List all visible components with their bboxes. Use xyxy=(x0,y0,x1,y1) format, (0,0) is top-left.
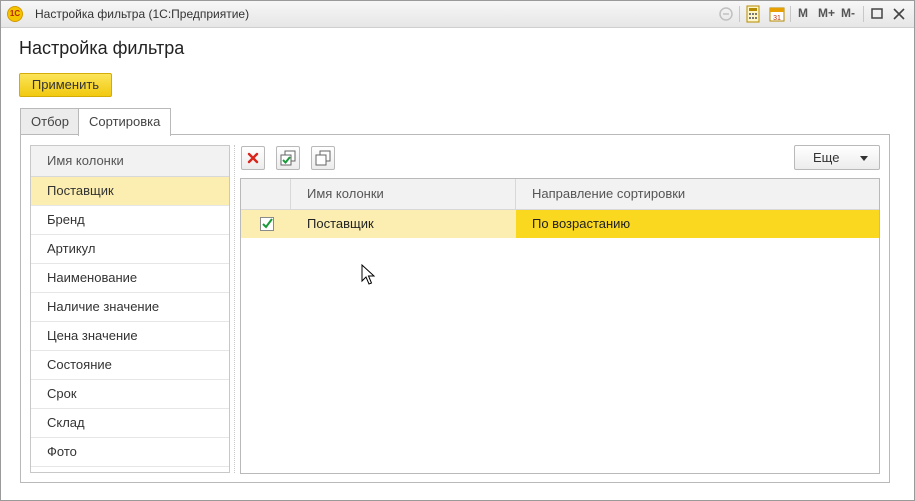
available-columns-list: Имя колонки Поставщик Бренд Артикул Наим… xyxy=(30,145,230,473)
column-name-header[interactable]: Имя колонки xyxy=(291,179,516,209)
calculator-icon[interactable] xyxy=(744,5,762,23)
list-item[interactable]: Состояние xyxy=(31,351,229,380)
link-icon[interactable] xyxy=(717,5,735,23)
1c-logo-icon: 1С xyxy=(7,6,23,22)
memory-minus-button[interactable]: M- xyxy=(841,6,855,20)
tab-sorting[interactable]: Сортировка xyxy=(78,108,172,136)
memory-button[interactable]: M xyxy=(798,6,808,20)
row-column-name[interactable]: Поставщик xyxy=(291,210,516,238)
window-title: Настройка фильтра (1С:Предприятие) xyxy=(35,7,250,21)
apply-button[interactable]: Применить xyxy=(19,73,112,97)
list-item[interactable]: Цена значение xyxy=(31,322,229,351)
delete-button[interactable] xyxy=(241,146,265,170)
tab-filter[interactable]: Отбор xyxy=(20,108,80,135)
panel-splitter[interactable] xyxy=(234,145,236,473)
uncheck-all-icon xyxy=(315,150,331,166)
available-columns-header: Имя колонки xyxy=(31,146,229,177)
filter-settings-window: 1С Настройка фильтра (1С:Предприятие) 31… xyxy=(0,0,915,501)
list-item[interactable]: Наличие значение xyxy=(31,293,229,322)
list-item[interactable]: Бренд xyxy=(31,206,229,235)
svg-text:31: 31 xyxy=(773,15,781,22)
maximize-icon[interactable] xyxy=(870,5,884,23)
uncheck-all-button[interactable] xyxy=(311,146,335,170)
chevron-down-icon xyxy=(860,156,868,161)
table-row[interactable]: Поставщик По возрастанию xyxy=(241,210,879,238)
checkbox-column-header xyxy=(241,179,291,209)
close-icon[interactable] xyxy=(892,5,906,23)
list-item[interactable]: Поставщик xyxy=(31,177,229,206)
delete-icon xyxy=(247,152,259,164)
row-checkbox-cell[interactable] xyxy=(241,210,291,238)
checkmark-icon xyxy=(262,218,273,229)
list-item[interactable]: Наименование xyxy=(31,264,229,293)
sort-table-header: Имя колонки Направление сортировки xyxy=(241,179,879,210)
row-checkbox[interactable] xyxy=(260,217,274,231)
list-item[interactable]: Артикул xyxy=(31,235,229,264)
mouse-pointer-icon xyxy=(361,264,375,285)
sort-table: Имя колонки Направление сортировки Поста… xyxy=(240,178,880,474)
sort-direction-header[interactable]: Направление сортировки xyxy=(516,179,879,209)
list-item[interactable]: Срок xyxy=(31,380,229,409)
calendar-icon[interactable]: 31 xyxy=(768,5,786,23)
check-all-button[interactable] xyxy=(276,146,300,170)
list-item[interactable]: Фото xyxy=(31,438,229,467)
row-sort-direction[interactable]: По возрастанию xyxy=(516,210,879,238)
more-label: Еще xyxy=(813,150,840,165)
title-bar: 1С Настройка фильтра (1С:Предприятие) 31… xyxy=(1,1,914,28)
check-all-icon xyxy=(280,150,296,166)
memory-plus-button[interactable]: M+ xyxy=(818,6,835,20)
form-title: Настройка фильтра xyxy=(19,38,185,58)
more-button[interactable]: Еще xyxy=(794,145,880,170)
list-item[interactable]: Склад xyxy=(31,409,229,438)
